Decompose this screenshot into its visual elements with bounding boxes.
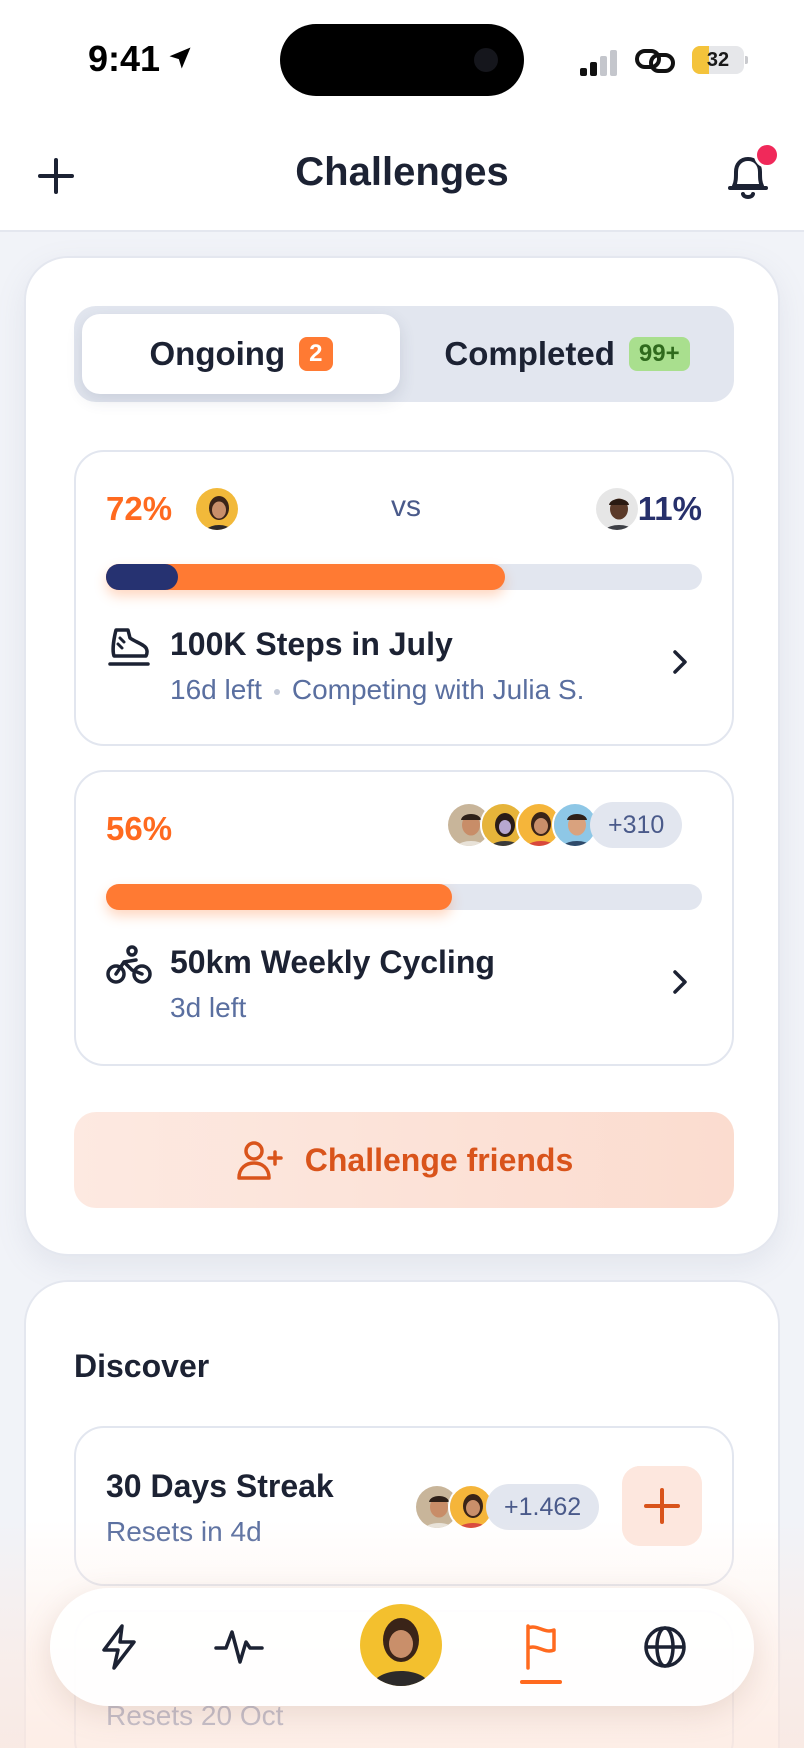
time-left: 3d left [170,992,247,1023]
challenge-title: 100K Steps in July [170,626,453,662]
discover-item-subtitle: Resets in 4d [106,1516,262,1547]
my-progress-percent: 56% [106,810,173,847]
ongoing-count-badge: 2 [299,337,333,371]
discover-title: Discover [74,1348,210,1384]
progress-bar [106,564,702,590]
discover-item-title: 30 Days Streak [106,1468,334,1504]
opponent-progress-percent: 11% [637,490,702,527]
challenge-card-steps[interactable]: 72% vs 11% 100K Steps in July 16d left Co… [74,450,734,746]
link-icon [635,49,675,73]
join-challenge-button[interactable] [622,1466,702,1546]
competing-with: Competing with Julia S. [291,674,585,705]
avatar [594,486,640,532]
bottom-tab-bar [50,1588,754,1706]
my-progress-fill [106,884,452,910]
activity-pulse-icon[interactable] [210,1618,268,1676]
challenges-card: Ongoing 2 Completed 99+ 72% vs 11% 100K … [24,256,780,1256]
challenge-title: 50km Weekly Cycling [170,944,495,980]
tab-completed-label: Completed [444,335,615,372]
participants-more-badge: +1.462 [486,1484,600,1530]
profile-avatar[interactable] [360,1604,442,1686]
time-left: 16d left [170,674,262,705]
progress-bar [106,884,702,910]
opponent-progress-fill [106,564,178,590]
status-time: 9:41 [88,38,161,79]
challenge-friends-button[interactable]: Challenge friends [74,1112,734,1208]
battery-icon: 32 [692,46,748,74]
tab-completed[interactable]: Completed 99+ [408,314,726,394]
dynamic-island [280,24,524,96]
chevron-right-icon [673,970,687,994]
challenge-card-cycling[interactable]: 56% +310 50km Weekly Cycling 3d left [74,770,734,1066]
app-header: Challenges [0,120,804,232]
completed-count-badge: 99+ [628,337,690,371]
status-segmented-control: Ongoing 2 Completed 99+ [74,306,734,402]
shoe-icon [108,628,150,666]
notification-dot [754,142,780,168]
signal-icon [580,50,617,76]
challenge-subtitle: 16d left Competing with Julia S. [170,674,584,706]
page-title: Challenges [295,150,509,194]
tab-ongoing[interactable]: Ongoing 2 [82,314,400,394]
discover-item[interactable]: 30 Days Streak Resets in 4d +1.462 [74,1426,734,1586]
globe-icon[interactable] [636,1618,694,1676]
bike-icon [106,945,152,984]
add-user-icon [237,1141,283,1180]
tab-ongoing-label: Ongoing [149,335,286,372]
challenge-friends-label: Challenge friends [304,1141,574,1178]
lightning-icon[interactable] [90,1618,148,1676]
flag-icon[interactable] [512,1618,570,1676]
chevron-right-icon [673,650,687,674]
location-arrow-icon [169,47,191,69]
status-bar: 9:41 32 [0,0,804,120]
participants-more-badge: +310 [590,802,683,848]
